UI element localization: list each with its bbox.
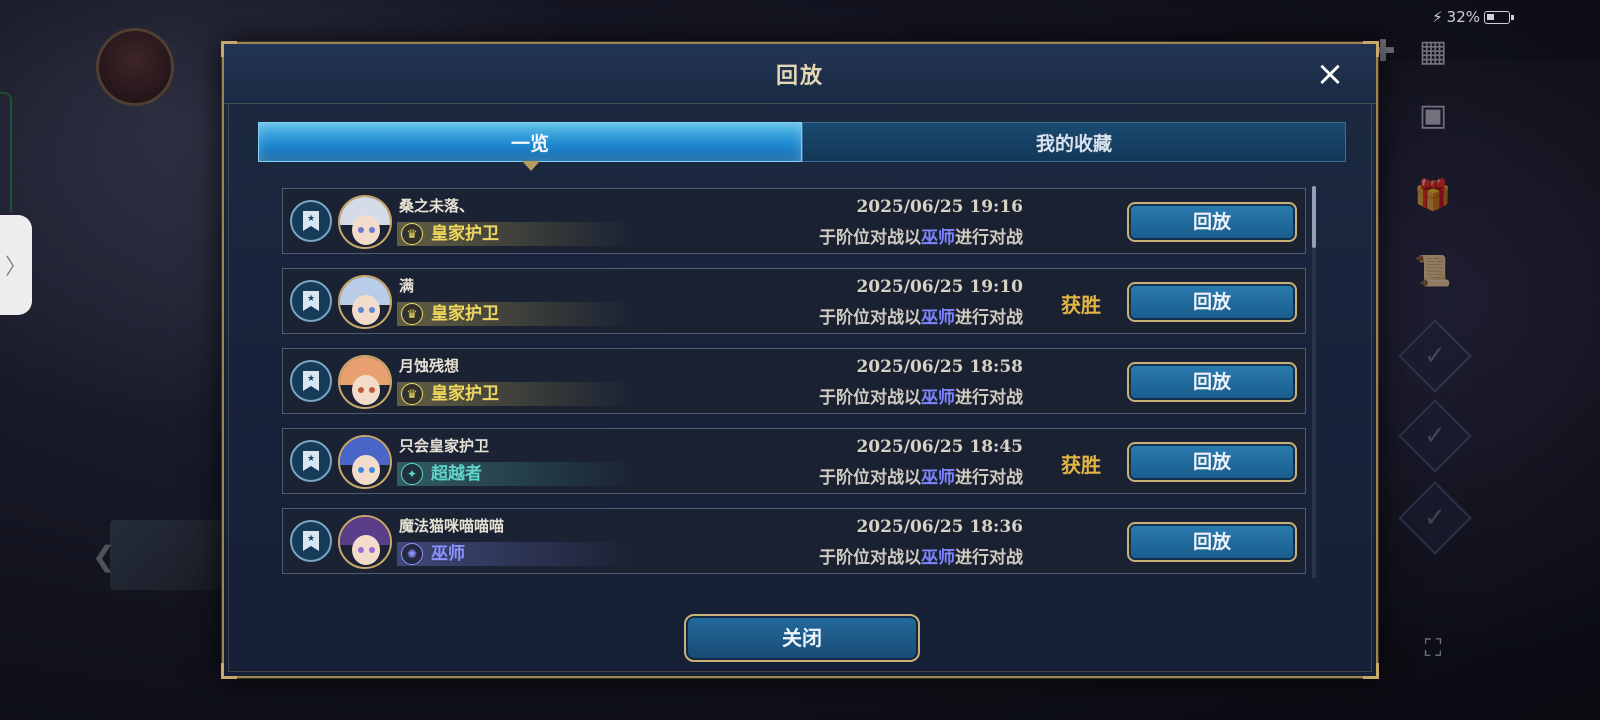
favorite-button[interactable]: ★ (290, 200, 332, 242)
replay-row: ★ 魔法猫咪喵喵喵 ✺ 巫师 2025/06/25 18:36 于阶位对战以巫师… (282, 508, 1306, 574)
replay-button[interactable]: 回放 (1127, 442, 1297, 482)
favorite-button[interactable]: ★ (290, 440, 332, 482)
match-datetime: 2025/06/25 18:58 (856, 357, 1023, 377)
replay-dialog: 回放 × 一览 我的收藏 ★ 桑之未落、 ♛ 皇家护卫 2025/06/25 1… (221, 41, 1379, 679)
match-description: 于阶位对战以巫师进行对战 (819, 468, 1023, 488)
opponent-name: 月蚀残想 (399, 357, 460, 375)
replay-button[interactable]: 回放 (1127, 362, 1297, 402)
bookmark-star-icon: ★ (303, 371, 319, 391)
dialog-header: 回放 × (224, 44, 1376, 104)
close-icon[interactable]: × (1310, 54, 1350, 94)
favorite-button[interactable]: ★ (290, 520, 332, 562)
class-name: 超越者 (431, 464, 482, 484)
tab-my-favorites[interactable]: 我的收藏 (802, 122, 1346, 162)
battery-icon (1484, 10, 1514, 24)
match-datetime: 2025/06/25 19:16 (856, 197, 1023, 217)
crown-icon: ♛ (401, 223, 423, 245)
class-badge: ✦ 超越者 (397, 462, 637, 486)
bookmark-star-icon: ★ (303, 531, 319, 551)
replay-button[interactable]: 回放 (1127, 202, 1297, 242)
bookmark-star-icon: ★ (303, 291, 319, 311)
crown-icon: ♛ (401, 303, 423, 325)
class-badge: ♛ 皇家护卫 (397, 222, 637, 246)
class-name: 皇家护卫 (431, 224, 499, 244)
match-description: 于阶位对战以巫师进行对战 (819, 388, 1023, 408)
opponent-name: 魔法猫咪喵喵喵 (399, 517, 505, 535)
match-datetime: 2025/06/25 18:36 (856, 517, 1023, 537)
replay-list[interactable]: ★ 桑之未落、 ♛ 皇家护卫 2025/06/25 19:16 于阶位对战以巫师… (282, 188, 1306, 576)
class-name: 皇家护卫 (431, 304, 499, 324)
tab-overview[interactable]: 一览 (258, 122, 802, 171)
opponent-name: 桑之未落、 (399, 197, 475, 215)
class-badge: ✺ 巫师 (397, 542, 637, 566)
opponent-avatar (338, 515, 392, 569)
replay-row: ★ 月蚀残想 ♛ 皇家护卫 2025/06/25 18:58 于阶位对战以巫师进… (282, 348, 1306, 414)
tab-bar: 一览 我的收藏 (258, 122, 1346, 171)
scrollbar-thumb[interactable] (1312, 186, 1316, 248)
match-description: 于阶位对战以巫师进行对战 (819, 548, 1023, 568)
opponent-avatar (338, 435, 392, 489)
class-badge: ♛ 皇家护卫 (397, 302, 637, 326)
transcendent-icon: ✦ (401, 463, 423, 485)
match-description: 于阶位对战以巫师进行对战 (819, 228, 1023, 248)
list-scrollbar[interactable] (1312, 186, 1316, 578)
replay-button[interactable]: 回放 (1127, 522, 1297, 562)
match-datetime: 2025/06/25 19:10 (856, 277, 1023, 297)
bookmark-star-icon: ★ (303, 451, 319, 471)
replay-row: ★ 满 ♛ 皇家护卫 2025/06/25 19:10 于阶位对战以巫师进行对战… (282, 268, 1306, 334)
opponent-name: 只会皇家护卫 (399, 437, 490, 455)
charging-icon: ⚡ (1432, 8, 1443, 26)
favorite-button[interactable]: ★ (290, 280, 332, 322)
opponent-avatar (338, 275, 392, 329)
class-badge: ♛ 皇家护卫 (397, 382, 637, 406)
wizard-icon: ✺ (401, 543, 423, 565)
status-bar: ⚡ 32% (1432, 8, 1514, 26)
match-description: 于阶位对战以巫师进行对战 (819, 308, 1023, 328)
class-name: 巫师 (431, 544, 465, 564)
result-label: 获胜 (1061, 453, 1101, 477)
class-name: 皇家护卫 (431, 384, 499, 404)
match-datetime: 2025/06/25 18:45 (856, 437, 1023, 457)
replay-row: ★ 桑之未落、 ♛ 皇家护卫 2025/06/25 19:16 于阶位对战以巫师… (282, 188, 1306, 254)
close-button[interactable]: 关闭 (684, 614, 920, 662)
opponent-avatar (338, 355, 392, 409)
crown-icon: ♛ (401, 383, 423, 405)
battery-level: 32% (1446, 8, 1480, 26)
opponent-name: 满 (399, 277, 415, 295)
result-label: 获胜 (1061, 293, 1101, 317)
replay-button[interactable]: 回放 (1127, 282, 1297, 322)
replay-row: ★ 只会皇家护卫 ✦ 超越者 2025/06/25 18:45 于阶位对战以巫师… (282, 428, 1306, 494)
side-drawer-handle[interactable]: 〉 (0, 215, 32, 315)
dialog-title: 回放 (775, 63, 824, 89)
opponent-avatar (338, 195, 392, 249)
bookmark-star-icon: ★ (303, 211, 319, 231)
favorite-button[interactable]: ★ (290, 360, 332, 402)
